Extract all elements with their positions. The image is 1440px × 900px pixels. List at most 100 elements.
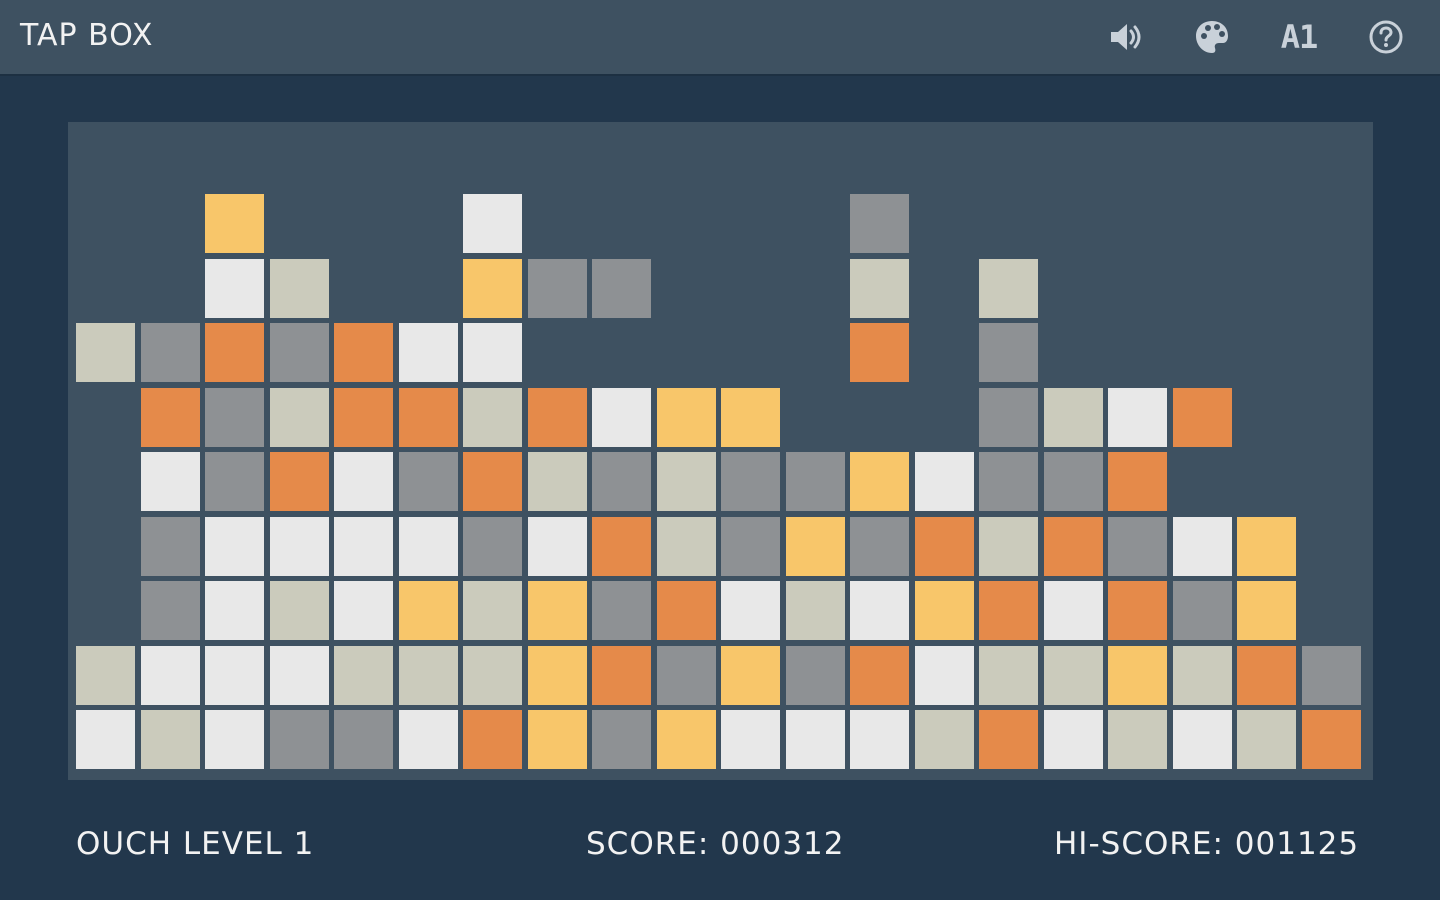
tile[interactable] <box>463 194 522 253</box>
tile[interactable] <box>1044 388 1103 447</box>
tile[interactable] <box>1237 581 1296 640</box>
tile[interactable] <box>786 646 845 705</box>
tile[interactable] <box>528 452 587 511</box>
tile[interactable] <box>1237 646 1296 705</box>
tile[interactable] <box>141 388 200 447</box>
tile[interactable] <box>399 646 458 705</box>
tile[interactable] <box>721 581 780 640</box>
tile[interactable] <box>205 452 264 511</box>
tile[interactable] <box>850 517 909 576</box>
tile[interactable] <box>463 323 522 382</box>
tile[interactable] <box>592 581 651 640</box>
tile[interactable] <box>141 646 200 705</box>
tile[interactable] <box>850 646 909 705</box>
tile[interactable] <box>76 323 135 382</box>
theme-button[interactable] <box>1189 14 1235 60</box>
tile[interactable] <box>141 581 200 640</box>
tile[interactable] <box>399 581 458 640</box>
tile[interactable] <box>1237 517 1296 576</box>
tile[interactable] <box>850 452 909 511</box>
tile[interactable] <box>205 259 264 318</box>
tile[interactable] <box>205 581 264 640</box>
tile[interactable] <box>1302 710 1361 769</box>
tile[interactable] <box>915 517 974 576</box>
tile[interactable] <box>657 710 716 769</box>
tile[interactable] <box>979 646 1038 705</box>
tile[interactable] <box>334 323 393 382</box>
tile[interactable] <box>979 581 1038 640</box>
tile[interactable] <box>205 194 264 253</box>
tile[interactable] <box>979 517 1038 576</box>
tile[interactable] <box>270 517 329 576</box>
tile[interactable] <box>1173 388 1232 447</box>
tile[interactable] <box>786 517 845 576</box>
tile[interactable] <box>786 710 845 769</box>
tile[interactable] <box>592 259 651 318</box>
tile[interactable] <box>205 517 264 576</box>
tile[interactable] <box>205 646 264 705</box>
tile[interactable] <box>915 710 974 769</box>
tile[interactable] <box>399 388 458 447</box>
tile[interactable] <box>1173 710 1232 769</box>
tile[interactable] <box>1173 517 1232 576</box>
tile[interactable] <box>399 452 458 511</box>
tile[interactable] <box>334 517 393 576</box>
tile[interactable] <box>528 710 587 769</box>
tile[interactable] <box>1044 517 1103 576</box>
tile[interactable] <box>334 710 393 769</box>
tile[interactable] <box>1302 646 1361 705</box>
tile[interactable] <box>463 517 522 576</box>
font-button[interactable]: A1 <box>1276 14 1322 60</box>
tile[interactable] <box>270 259 329 318</box>
tile[interactable] <box>1173 581 1232 640</box>
tile[interactable] <box>463 646 522 705</box>
tile[interactable] <box>334 581 393 640</box>
tile[interactable] <box>850 581 909 640</box>
tile[interactable] <box>528 388 587 447</box>
tile[interactable] <box>76 646 135 705</box>
tile[interactable] <box>592 388 651 447</box>
tile[interactable] <box>270 581 329 640</box>
tile[interactable] <box>1044 710 1103 769</box>
tile[interactable] <box>592 710 651 769</box>
tile[interactable] <box>786 452 845 511</box>
tile[interactable] <box>76 710 135 769</box>
tile[interactable] <box>1108 581 1167 640</box>
tile[interactable] <box>1108 388 1167 447</box>
tile[interactable] <box>721 646 780 705</box>
tile[interactable] <box>463 259 522 318</box>
tile[interactable] <box>463 581 522 640</box>
tile[interactable] <box>979 259 1038 318</box>
tile[interactable] <box>270 388 329 447</box>
tile[interactable] <box>1173 646 1232 705</box>
tile[interactable] <box>657 388 716 447</box>
tile[interactable] <box>528 259 587 318</box>
tile[interactable] <box>205 710 264 769</box>
tile[interactable] <box>334 452 393 511</box>
tile[interactable] <box>334 646 393 705</box>
tile[interactable] <box>1044 581 1103 640</box>
tile[interactable] <box>399 710 458 769</box>
tile[interactable] <box>915 581 974 640</box>
tile[interactable] <box>979 710 1038 769</box>
tile[interactable] <box>463 452 522 511</box>
tile[interactable] <box>528 646 587 705</box>
tile[interactable] <box>850 194 909 253</box>
tile[interactable] <box>592 452 651 511</box>
tile[interactable] <box>463 388 522 447</box>
tile[interactable] <box>979 323 1038 382</box>
tile[interactable] <box>915 646 974 705</box>
tile[interactable] <box>205 323 264 382</box>
tile[interactable] <box>399 517 458 576</box>
tile[interactable] <box>270 323 329 382</box>
tile[interactable] <box>1044 646 1103 705</box>
tile[interactable] <box>399 323 458 382</box>
tile[interactable] <box>141 452 200 511</box>
tile[interactable] <box>528 517 587 576</box>
tile[interactable] <box>657 452 716 511</box>
tile[interactable] <box>979 388 1038 447</box>
tile[interactable] <box>721 452 780 511</box>
tile[interactable] <box>205 388 264 447</box>
tile[interactable] <box>1108 710 1167 769</box>
tile[interactable] <box>1108 646 1167 705</box>
